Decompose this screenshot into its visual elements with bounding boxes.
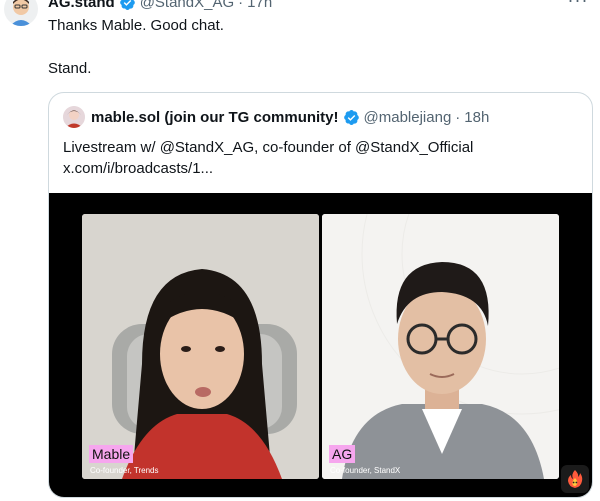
separator-dot: · — [238, 0, 244, 11]
quoted-timestamp[interactable]: 18h — [464, 109, 489, 126]
tweet-text-line-1: Thanks Mable. Good chat. — [48, 17, 224, 34]
verified-badge-icon — [119, 0, 135, 10]
tweet-text-line-2: Stand. — [48, 60, 92, 77]
quoted-verified-badge-icon — [343, 109, 359, 125]
tweet-timestamp[interactable]: 17h — [247, 0, 272, 11]
quoted-author-handle[interactable]: @mablejiang — [364, 109, 452, 126]
broadcast-link[interactable]: x.com/i/broadcasts/1... — [63, 158, 563, 179]
fire-icon — [568, 470, 583, 488]
quoted-avatar-illustration — [63, 106, 85, 128]
speaker-name-tag-mable: Mable — [89, 445, 134, 463]
quoted-author-avatar[interactable] — [63, 106, 85, 128]
quoted-tweet-header: mable.sol (join our TG community! @mable… — [63, 106, 489, 128]
tweet-header: AG.stand @StandX_AG · 17h — [48, 0, 272, 11]
reaction-button[interactable] — [561, 465, 589, 493]
author-avatar[interactable] — [4, 0, 38, 26]
quoted-author-name[interactable]: mable.sol (join our TG community! — [91, 109, 339, 126]
livestream-media[interactable]: Mable Co-founder, Trends AG Co-founder, … — [49, 193, 592, 497]
author-handle[interactable]: @StandX_AG — [140, 0, 234, 11]
quoted-tweet-card[interactable]: mable.sol (join our TG community! @mable… — [48, 92, 593, 498]
video-panel-mable: Mable Co-founder, Trends — [82, 214, 319, 479]
ag-video-frame — [322, 214, 559, 479]
mable-video-frame — [82, 214, 319, 479]
quoted-separator-dot: · — [455, 108, 461, 126]
quoted-tweet-text: Livestream w/ @StandX_AG, co-founder of … — [63, 137, 563, 179]
more-options-button[interactable]: ··· — [566, 0, 590, 10]
video-panel-ag: AG Co-founder, StandX — [322, 214, 559, 479]
more-icon: ··· — [568, 0, 589, 11]
author-avatar-illustration — [4, 0, 38, 26]
speaker-role-mable: Co-founder, Trends — [90, 466, 159, 475]
speaker-name-tag-ag: AG — [329, 445, 356, 463]
author-name[interactable]: AG.stand — [48, 0, 115, 11]
quoted-text-body: Livestream w/ @StandX_AG, co-founder of … — [63, 139, 474, 156]
speaker-role-ag: Co-founder, StandX — [330, 466, 401, 475]
